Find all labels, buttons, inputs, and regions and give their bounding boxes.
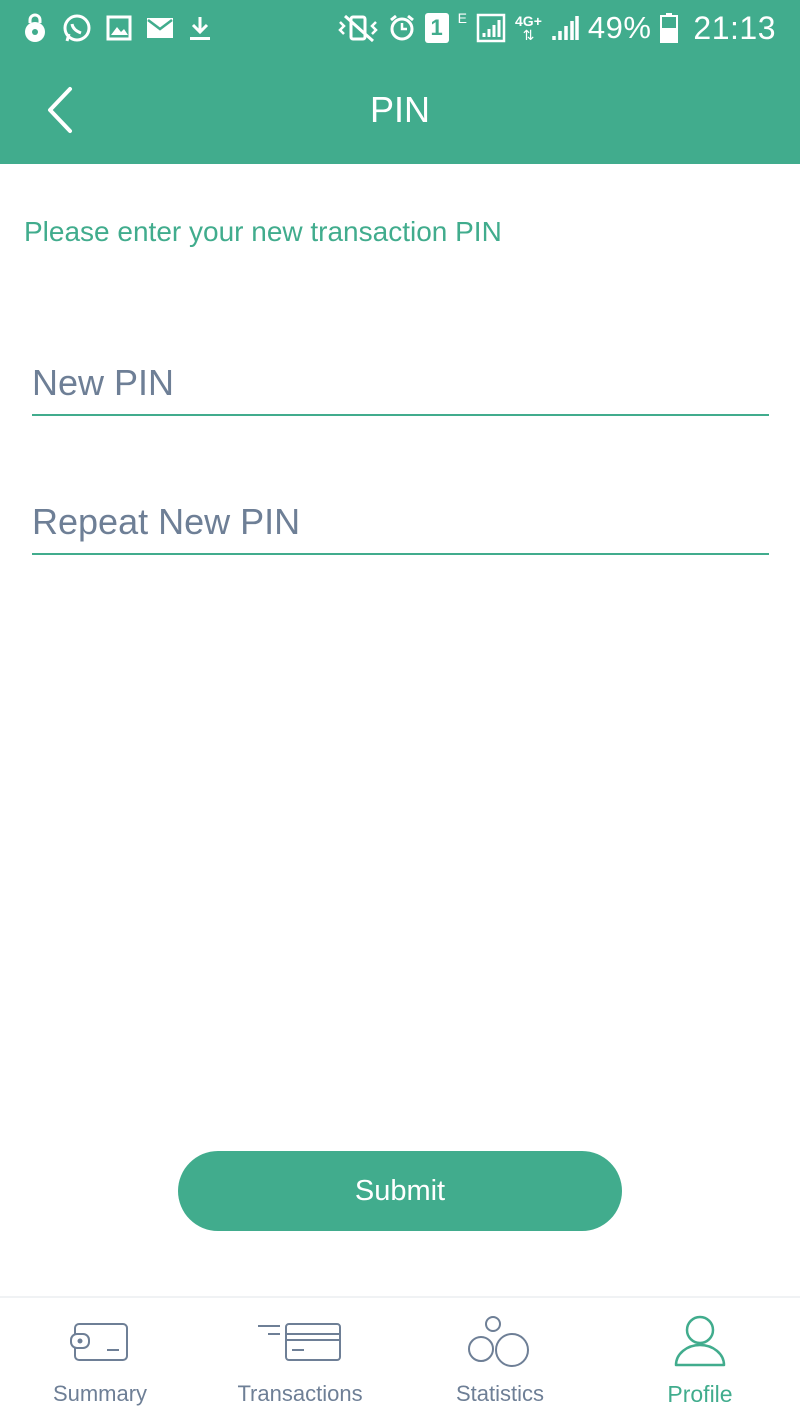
status-notifications bbox=[22, 12, 212, 44]
top-bar: 1 E 4G+ ⇅ 49% 21:13 PIN bbox=[0, 0, 800, 164]
network-type-e: E bbox=[457, 10, 468, 26]
sim-icon: 1 bbox=[424, 13, 449, 43]
mail-icon bbox=[146, 17, 174, 39]
whatsapp-icon bbox=[62, 13, 92, 43]
clock: 21:13 bbox=[693, 10, 776, 46]
signal-icon bbox=[476, 13, 506, 43]
status-bar: 1 E 4G+ ⇅ 49% 21:13 bbox=[0, 0, 800, 56]
nav-item-summary[interactable]: Summary bbox=[0, 1298, 200, 1422]
nav-label-profile: Profile bbox=[667, 1381, 733, 1407]
page-title: PIN bbox=[369, 89, 430, 130]
vibrate-icon bbox=[337, 14, 379, 42]
nav-item-statistics[interactable]: Statistics bbox=[400, 1298, 600, 1422]
repeat-pin-input[interactable] bbox=[32, 491, 769, 555]
user-icon bbox=[672, 1312, 728, 1372]
alarm-icon bbox=[388, 14, 416, 42]
nav-label-summary: Summary bbox=[52, 1381, 148, 1406]
lock-icon bbox=[22, 13, 48, 43]
circles-icon bbox=[467, 1312, 533, 1372]
nav-label-statistics: Statistics bbox=[455, 1381, 545, 1406]
status-system: 1 E 4G+ ⇅ 49% 21:13 bbox=[337, 8, 776, 48]
network-type-4g: 4G+ ⇅ bbox=[515, 13, 542, 43]
gallery-icon bbox=[106, 15, 132, 41]
nav-label-transactions: Transactions bbox=[237, 1381, 363, 1406]
battery-icon bbox=[660, 13, 679, 43]
battery-percent: 49% bbox=[587, 10, 652, 45]
pin-instruction: Please enter your new transaction PIN bbox=[24, 216, 502, 247]
nav-item-transactions[interactable]: Transactions bbox=[200, 1298, 400, 1422]
app-bar: PIN bbox=[0, 56, 800, 164]
nav-item-profile[interactable]: Profile bbox=[600, 1298, 800, 1422]
new-pin-input[interactable] bbox=[32, 352, 769, 416]
submit-button[interactable]: Submit bbox=[178, 1151, 622, 1231]
signal-4g-icon bbox=[551, 14, 579, 42]
card-icon bbox=[254, 1312, 346, 1372]
bottom-nav: Summary Transactions Statistics Profile bbox=[0, 1296, 800, 1422]
download-icon bbox=[188, 15, 212, 41]
wallet-icon bbox=[69, 1312, 131, 1372]
